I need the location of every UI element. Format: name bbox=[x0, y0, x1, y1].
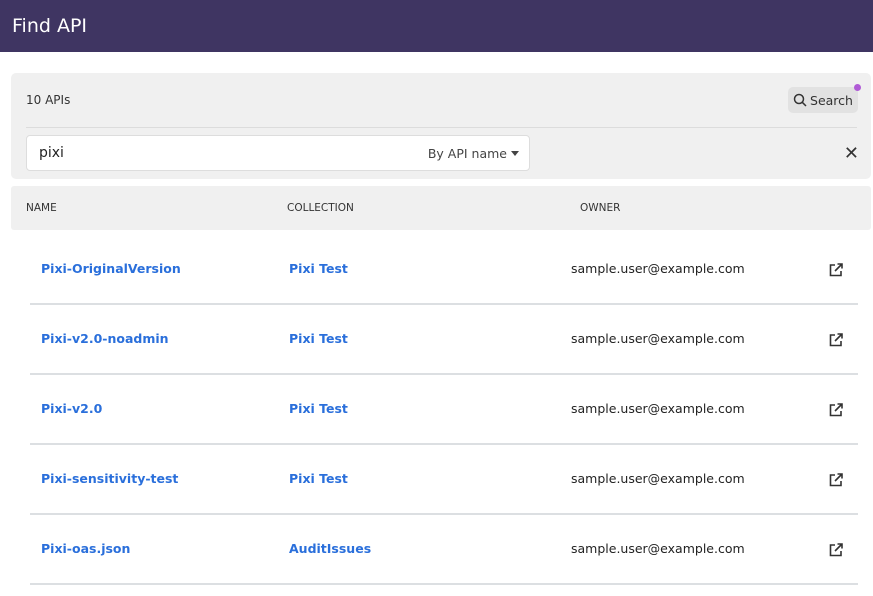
external-link-icon[interactable] bbox=[828, 402, 844, 418]
close-icon[interactable]: ✕ bbox=[844, 143, 859, 164]
external-link-icon[interactable] bbox=[828, 332, 844, 348]
external-link-icon[interactable] bbox=[828, 262, 844, 278]
filter-panel: 10 APIs Search pixi By API name ✕ bbox=[11, 73, 871, 179]
column-header-name[interactable]: NAME bbox=[26, 202, 57, 214]
table-row: Pixi-sensitivity-test Pixi Test sample.use… bbox=[30, 445, 858, 515]
table-row: Pixi-v2.0-noadmin Pixi Test sample.user@ex… bbox=[30, 305, 858, 375]
collection-link[interactable]: Pixi Test bbox=[289, 471, 348, 486]
api-count: 10 APIs bbox=[26, 93, 71, 107]
caret-down-icon bbox=[511, 150, 519, 156]
owner-email: sample.user@example.com bbox=[571, 401, 745, 416]
search-mode-label: By API name bbox=[427, 145, 507, 161]
page-title: Find API bbox=[12, 15, 88, 37]
search-button[interactable]: Search bbox=[788, 84, 861, 113]
column-header-owner[interactable]: OWNER bbox=[580, 202, 620, 214]
table-row: Pixi-v2.0 Pixi Test sample.user@example.co… bbox=[30, 375, 858, 445]
search-input[interactable]: pixi By API name bbox=[26, 135, 530, 171]
table-row: Pixi-oas.json AuditIssues sample.user@exam… bbox=[30, 515, 858, 585]
top-bar: Find API bbox=[0, 0, 873, 52]
owner-email: sample.user@example.com bbox=[571, 331, 745, 346]
table-header: NAME COLLECTION OWNER bbox=[11, 186, 871, 230]
search-input-value[interactable]: pixi bbox=[39, 145, 428, 161]
owner-email: sample.user@example.com bbox=[571, 261, 745, 276]
divider bbox=[26, 127, 857, 128]
api-name-link[interactable]: Pixi-oas.json bbox=[41, 541, 130, 556]
owner-email: sample.user@example.com bbox=[571, 471, 745, 486]
search-button-label: Search bbox=[810, 92, 853, 108]
api-name-link[interactable]: Pixi-v2.0 bbox=[41, 401, 102, 416]
external-link-icon[interactable] bbox=[828, 542, 844, 558]
api-name-link[interactable]: Pixi-OriginalVersion bbox=[41, 261, 181, 276]
owner-email: sample.user@example.com bbox=[571, 541, 745, 556]
external-link-icon[interactable] bbox=[828, 472, 844, 488]
collection-link[interactable]: Pixi Test bbox=[289, 331, 348, 346]
api-name-link[interactable]: Pixi-sensitivity-test bbox=[41, 471, 178, 486]
api-name-link[interactable]: Pixi-v2.0-noadmin bbox=[41, 331, 169, 346]
collection-link[interactable]: AuditIssues bbox=[289, 541, 371, 556]
indicator-dot bbox=[854, 84, 861, 91]
table-row: Pixi-OriginalVersion Pixi Test sample.user… bbox=[30, 235, 858, 305]
column-header-collection[interactable]: COLLECTION bbox=[287, 202, 354, 214]
collection-link[interactable]: Pixi Test bbox=[289, 261, 348, 276]
collection-link[interactable]: Pixi Test bbox=[289, 401, 348, 416]
search-mode-dropdown[interactable]: By API name bbox=[428, 146, 519, 161]
search-icon bbox=[793, 93, 807, 107]
